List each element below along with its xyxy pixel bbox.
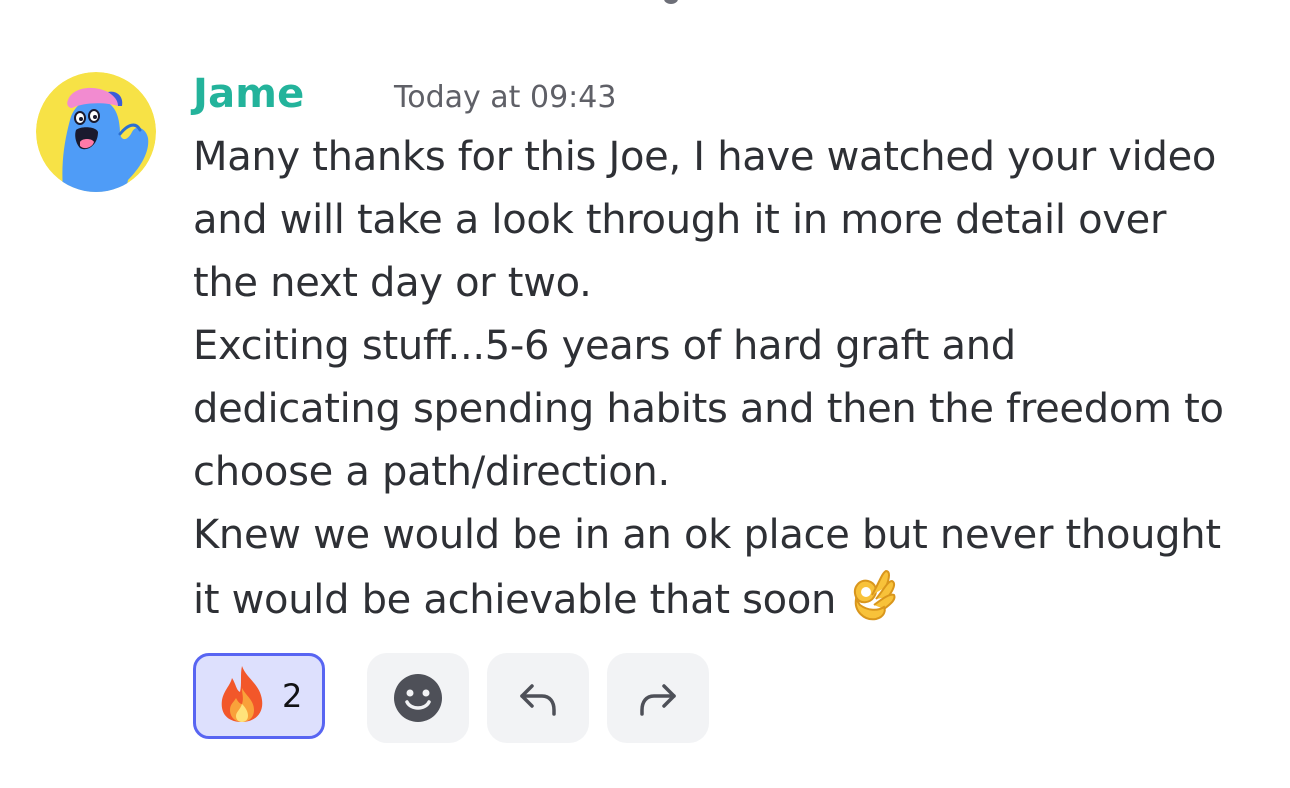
message-line: choose a path/direction. <box>193 449 670 495</box>
reply-button[interactable] <box>487 653 589 743</box>
avatar[interactable] <box>36 72 156 192</box>
message-line: Knew we would be in an ok place but neve… <box>193 512 1221 558</box>
message-line: Exciting stuff...5-6 years of hard graft… <box>193 323 1016 369</box>
message-line-with-emoji: it would be achievable that soon <box>193 567 1273 642</box>
reaction-fire-button[interactable]: 2 <box>193 653 325 739</box>
ok-hand-emoji-icon <box>846 567 898 642</box>
add-reaction-button[interactable] <box>367 653 469 743</box>
message-line: Many thanks for this Joe, I have watched… <box>193 134 1217 180</box>
message-line: and will take a look through it in more … <box>193 197 1167 243</box>
message-line: the next day or two. <box>193 260 592 306</box>
forward-button[interactable] <box>607 653 709 743</box>
fire-emoji-icon <box>216 664 268 728</box>
blue-creature-avatar-icon <box>36 72 156 192</box>
message-line: it would be achievable that soon <box>193 577 837 623</box>
message-line-last: Knew we would be in an ok place but neve… <box>193 504 1273 567</box>
previous-message-fragment <box>664 0 678 4</box>
reaction-count: 2 <box>282 677 303 715</box>
message-timestamp: Today at 09:43 <box>394 80 617 115</box>
message-body: Many thanks for this Joe, I have watched… <box>193 126 1273 642</box>
message-line: dedicating spending habits and then the … <box>193 386 1224 432</box>
forward-arrow-icon <box>640 684 676 716</box>
smiley-icon <box>394 674 442 722</box>
reply-arrow-icon <box>520 684 556 716</box>
message-author[interactable]: Jame <box>193 70 304 118</box>
